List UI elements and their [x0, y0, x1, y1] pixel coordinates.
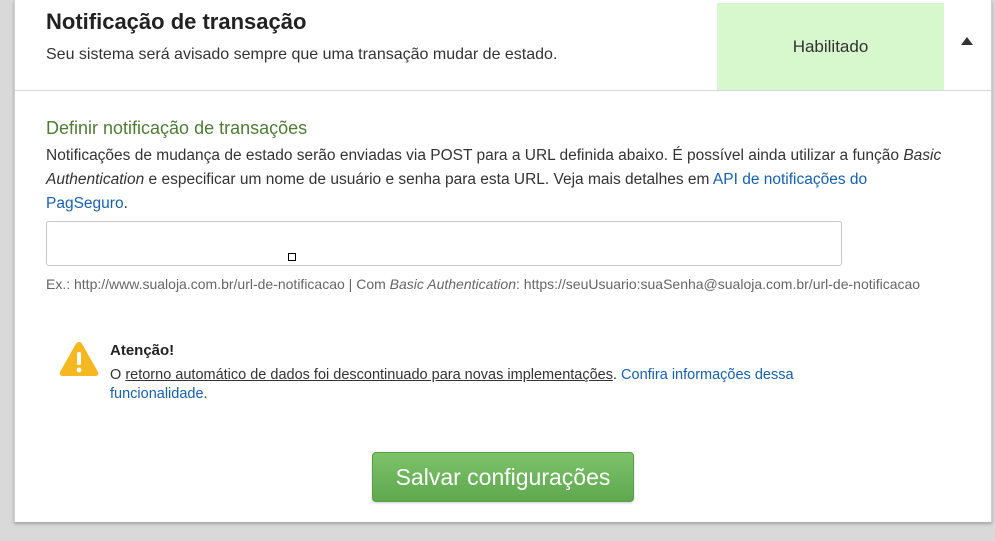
page-subtitle: Seu sistema será avisado sempre que uma …: [46, 46, 558, 63]
status-label: Habilitado: [792, 36, 869, 56]
notification-url-input[interactable]: [46, 221, 842, 266]
notice-text-mid: .: [612, 367, 622, 383]
save-settings-button[interactable]: Salvar configurações: [372, 452, 634, 502]
url-example-hint: Ex.: http://www.sualoja.com.br/url-de-no…: [46, 275, 956, 293]
notice-title: Atenção!: [110, 342, 175, 359]
page-title: Notificação de transação: [46, 9, 307, 34]
transaction-notification-panel: Notificação de transação Seu sistema ser…: [14, 0, 992, 522]
notice-text: O retorno automático de dados foi descon…: [110, 366, 890, 404]
text-cursor-marker: [288, 253, 296, 261]
status-badge: Habilitado: [717, 3, 944, 90]
example-emphasis: Basic Authentication: [389, 276, 516, 292]
example-suffix: : https://seuUsuario:suaSenha@sualoja.co…: [516, 276, 921, 292]
example-prefix: Ex.: http://www.sualoja.com.br/url-de-no…: [46, 276, 390, 292]
description-text-2: e especificar um nome de usuário e senha…: [144, 171, 713, 188]
warning-icon: [59, 342, 99, 376]
description-text-1: Notificações de mudança de estado serão …: [46, 147, 904, 164]
section-description: Notificações de mudança de estado serão …: [46, 144, 951, 216]
section-title: Definir notificação de transações: [46, 118, 308, 138]
description-end: .: [123, 195, 128, 212]
panel-header[interactable]: Notificação de transação Seu sistema ser…: [15, 0, 991, 91]
notice-text-end: .: [203, 386, 208, 402]
notice-text-start: O: [110, 367, 126, 383]
triangle-up-icon[interactable]: [959, 33, 975, 49]
notice-underlined-text: retorno automático de dados foi desconti…: [125, 367, 613, 383]
